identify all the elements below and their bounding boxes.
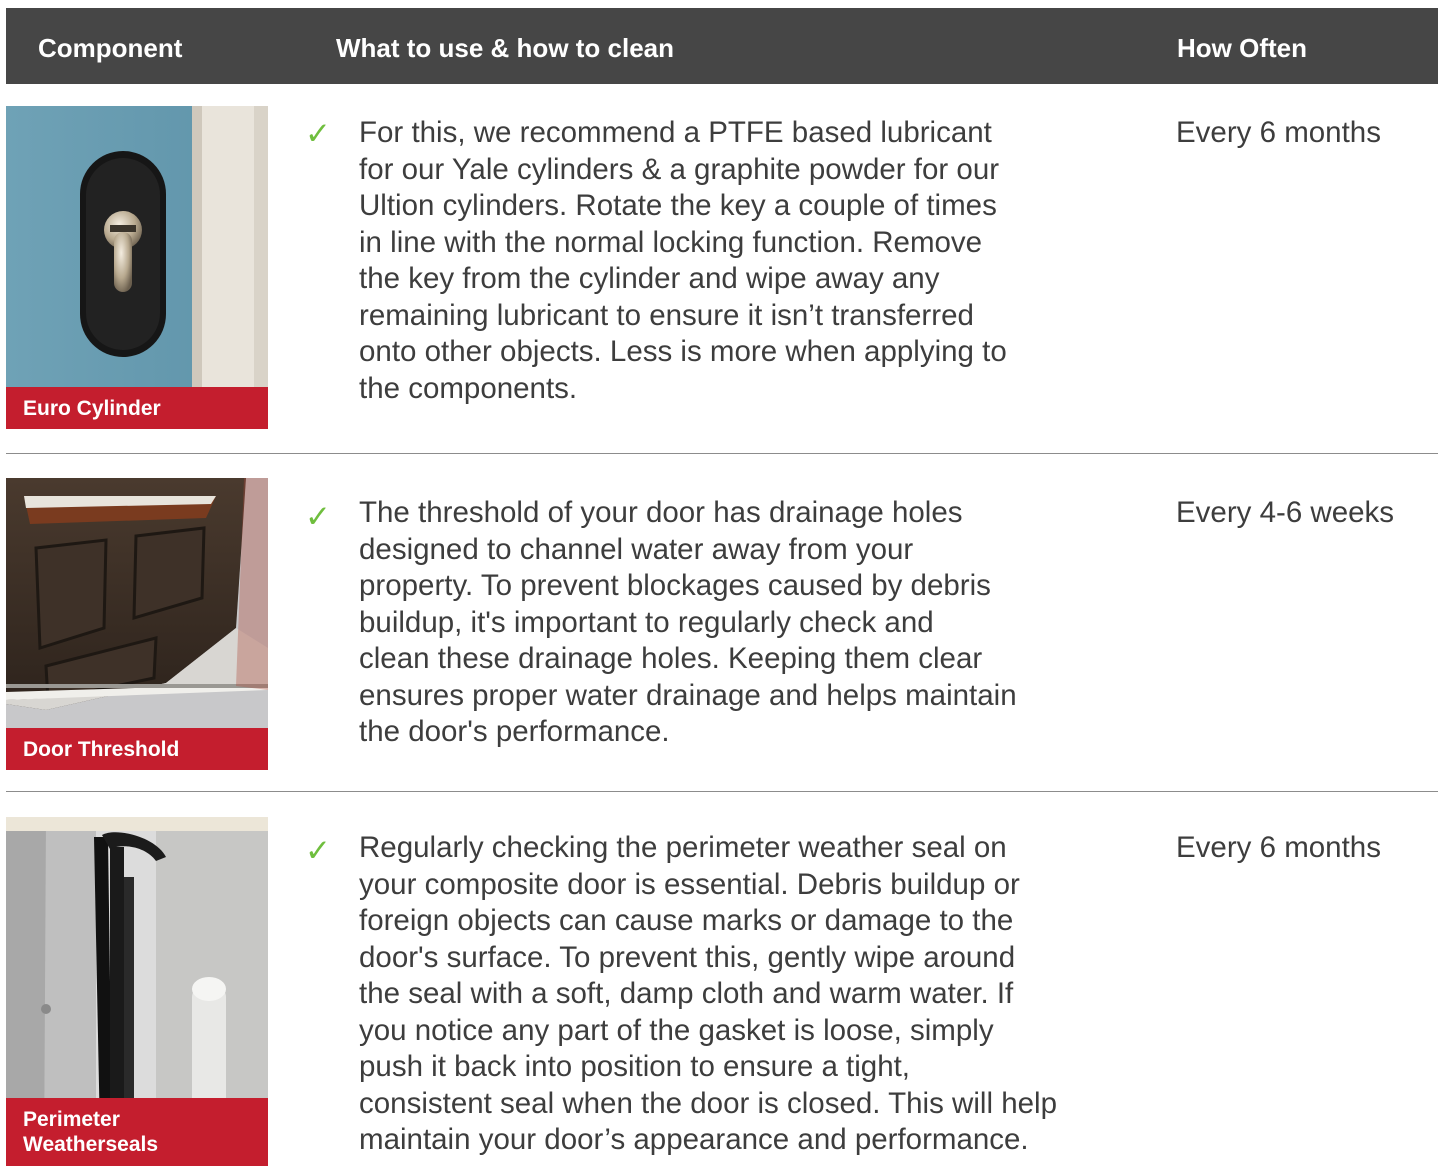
cleaning-instructions: For this, we recommend a PTFE based lubr…	[359, 116, 1007, 405]
cleaning-instructions: The threshold of your door has drainage …	[359, 496, 1017, 748]
check-icon: ✓	[305, 833, 331, 869]
component-caption: Euro Cylinder	[6, 387, 268, 429]
row-divider	[6, 453, 1438, 454]
frequency: Every 4-6 weeks	[1176, 496, 1395, 529]
check-icon: ✓	[305, 499, 331, 535]
table-header: Component What to use & how to clean How…	[6, 8, 1438, 84]
maintenance-table: Component What to use & how to clean How…	[0, 0, 1443, 1166]
row-divider	[6, 791, 1438, 792]
header-what-to-use: What to use & how to clean	[336, 33, 675, 63]
perimeter-weatherseal-image: Perimeter Weatherseals	[6, 817, 268, 1166]
check-icon: ✓	[305, 116, 331, 152]
component-caption: Perimeter Weatherseals	[6, 1098, 268, 1166]
component-caption: Door Threshold	[6, 728, 268, 770]
header-component: Component	[38, 33, 183, 63]
frequency: Every 6 months	[1176, 831, 1381, 864]
door-threshold-image: Door Threshold	[6, 478, 268, 770]
euro-cylinder-image: Euro Cylinder	[6, 106, 268, 429]
header-how-often: How Often	[1177, 33, 1307, 63]
frequency: Every 6 months	[1176, 116, 1381, 149]
cleaning-instructions: Regularly checking the perimeter weather…	[359, 831, 1057, 1156]
